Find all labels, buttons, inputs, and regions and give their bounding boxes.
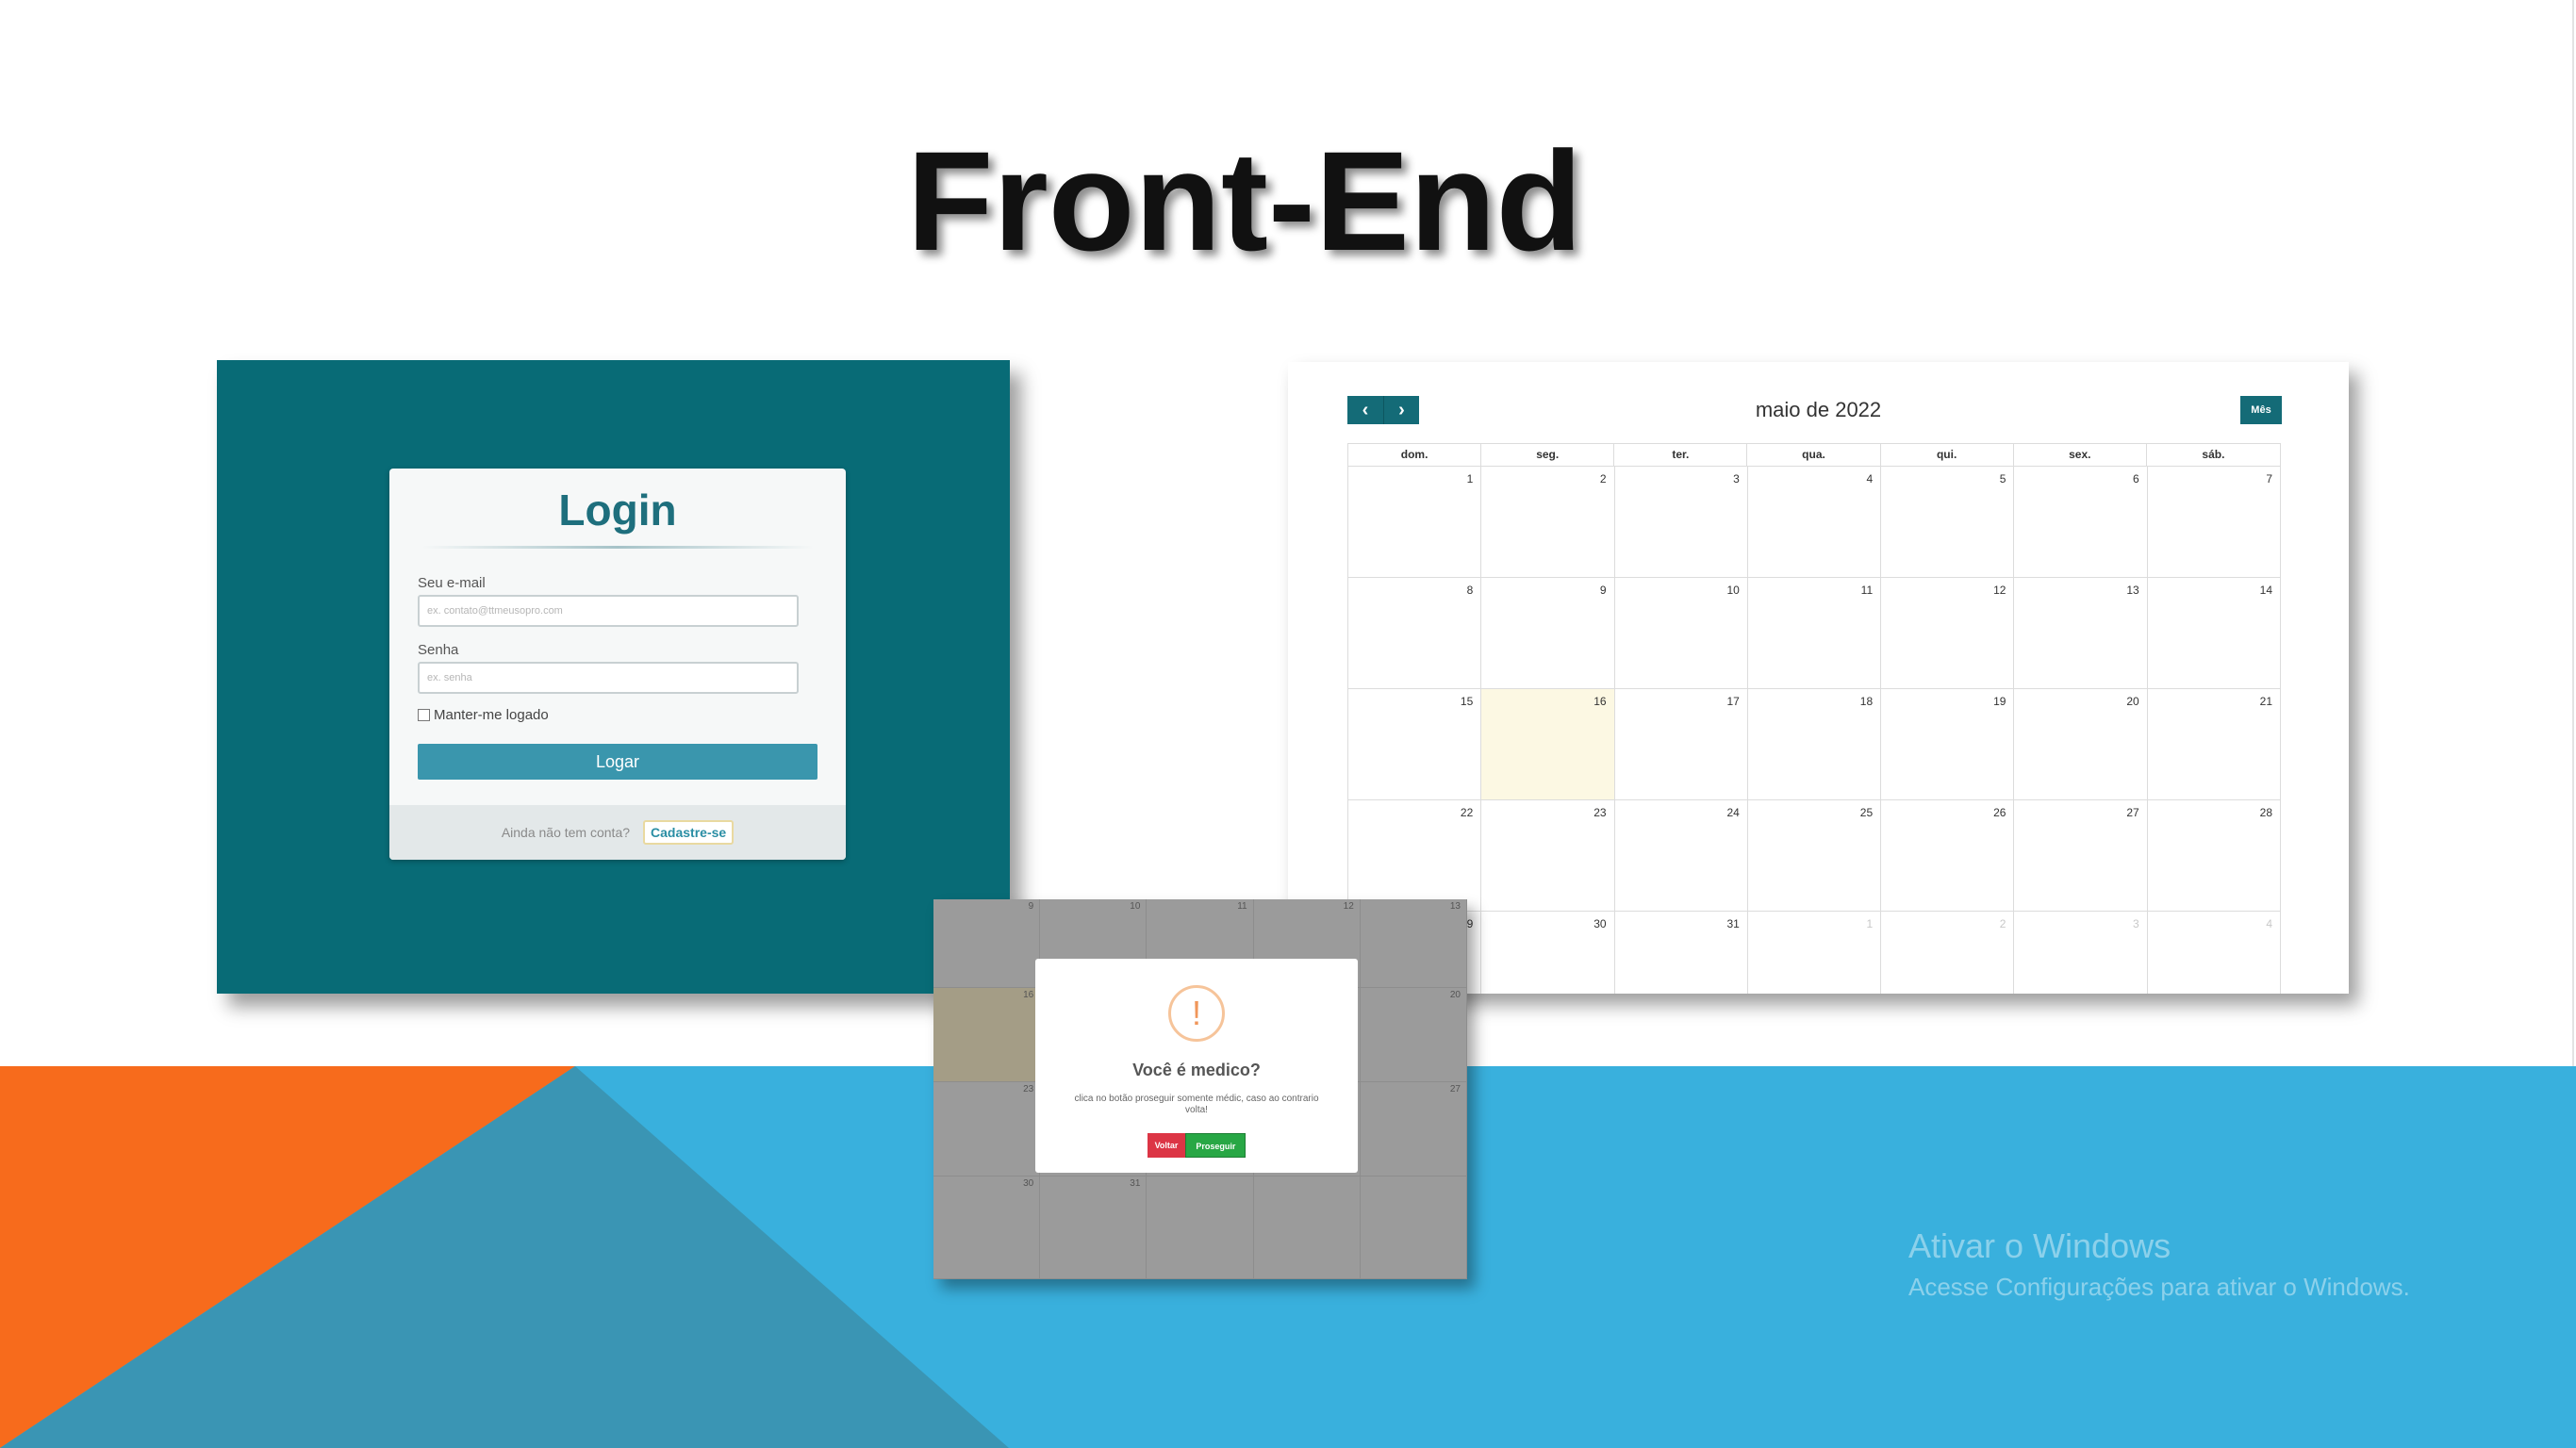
day-cell-next-month[interactable]: 1	[1748, 912, 1882, 994]
email-field[interactable]: ex. contato@ttmeusopro.com	[418, 595, 799, 627]
remember-me[interactable]: Manter-me logado	[418, 707, 549, 723]
day-cell[interactable]: 23	[1481, 800, 1615, 912]
day-cell[interactable]: 27	[2014, 800, 2148, 912]
day-cell[interactable]: 11	[1747, 578, 1882, 689]
login-divider	[421, 546, 814, 549]
day-cell[interactable]: 26	[1881, 800, 2015, 912]
day-cell-next-month[interactable]: 2	[1881, 912, 2015, 994]
windows-watermark: Ativar o Windows Acesse Configurações pa…	[1908, 1226, 2410, 1303]
password-field[interactable]: ex. senha	[418, 662, 799, 694]
day-cell[interactable]: 14	[2147, 578, 2281, 689]
day-cell[interactable]: 9	[1481, 578, 1615, 689]
day-cell[interactable]: 8	[1348, 578, 1482, 689]
dialog-message: clica no botão proseguir somente médic, …	[1074, 1094, 1319, 1115]
watermark-title: Ativar o Windows	[1908, 1226, 2171, 1265]
day-cell[interactable]: 22	[1348, 800, 1482, 912]
calendar-days: 1 2 3 4 5 6 7 8 9 10 11 12 13 14 15 16 1…	[1347, 467, 2281, 994]
remember-checkbox[interactable]	[418, 709, 430, 721]
back-button[interactable]: Voltar	[1147, 1133, 1186, 1158]
day-cell[interactable]: 4	[1747, 467, 1882, 578]
bg-day: 23	[933, 1082, 1041, 1176]
continue-button[interactable]: Proseguir	[1185, 1133, 1247, 1158]
signup-link[interactable]: Cadastre-se	[643, 820, 735, 845]
day-cell[interactable]: 2	[1481, 467, 1615, 578]
bg-day	[1253, 1176, 1361, 1279]
day-cell[interactable]: 24	[1614, 800, 1748, 912]
day-cell[interactable]: 7	[2147, 467, 2281, 578]
day-cell-next-month[interactable]: 4	[2148, 912, 2281, 994]
slide-title: Front-End	[906, 122, 1583, 280]
weekday-label: sex.	[2014, 444, 2147, 466]
day-cell[interactable]: 21	[2147, 689, 2281, 800]
login-card: Login Seu e-mail ex. contato@ttmeusopro.…	[389, 469, 846, 860]
calendar-nav: ‹ ›	[1347, 396, 1419, 424]
day-cell-next-month[interactable]: 3	[2014, 912, 2148, 994]
bg-day: 16	[933, 988, 1041, 1082]
exclamation-icon: !	[1168, 985, 1225, 1042]
email-label: Seu e-mail	[418, 575, 486, 591]
bg-day: 31	[1040, 1176, 1148, 1279]
day-cell[interactable]: 31	[1615, 912, 1748, 994]
bg-day: 30	[933, 1176, 1041, 1279]
confirm-dialog: ! Você é medico? clica no botão prosegui…	[1035, 959, 1358, 1173]
slide-edge-line	[2572, 0, 2574, 1066]
weekday-label: qui.	[1881, 444, 2014, 466]
modal-screenshot: 9 10 11 12 13 16 20 23 27 30 31 ! Você é…	[933, 899, 1467, 1279]
chevron-left-icon[interactable]: ‹	[1347, 396, 1383, 424]
bg-day: 27	[1360, 1082, 1467, 1176]
day-cell[interactable]: 6	[2014, 467, 2148, 578]
day-cell[interactable]: 5	[1881, 467, 2015, 578]
day-cell[interactable]: 13	[2014, 578, 2148, 689]
login-screenshot: Login Seu e-mail ex. contato@ttmeusopro.…	[217, 360, 1010, 994]
dialog-actions: Voltar Proseguir	[1035, 1133, 1358, 1158]
login-footer: Ainda não tem conta? Cadastre-se	[389, 805, 846, 860]
chevron-right-icon[interactable]: ›	[1383, 396, 1419, 424]
day-cell-today[interactable]: 16	[1481, 689, 1615, 800]
day-cell[interactable]: 10	[1614, 578, 1748, 689]
day-cell[interactable]: 30	[1481, 912, 1615, 994]
calendar-grid: dom. seg. ter. qua. qui. sex. sáb. 1 2 3…	[1347, 443, 2281, 994]
weekday-label: dom.	[1348, 444, 1482, 466]
login-button[interactable]: Logar	[418, 744, 817, 780]
weekday-label: qua.	[1747, 444, 1881, 466]
day-cell[interactable]: 12	[1881, 578, 2015, 689]
remember-label: Manter-me logado	[434, 707, 549, 723]
month-view-button[interactable]: Mês	[2240, 396, 2282, 424]
dialog-title: Você é medico?	[1132, 1061, 1261, 1079]
bg-day	[1360, 1176, 1467, 1279]
signup-question: Ainda não tem conta?	[501, 825, 631, 840]
day-cell[interactable]: 1	[1348, 467, 1482, 578]
bg-day: 9	[933, 899, 1041, 988]
bg-day: 13	[1360, 899, 1467, 988]
day-cell[interactable]: 25	[1747, 800, 1882, 912]
day-cell[interactable]: 28	[2147, 800, 2281, 912]
login-heading: Login	[558, 485, 677, 535]
weekday-label: seg.	[1481, 444, 1615, 466]
day-cell[interactable]: 19	[1881, 689, 2015, 800]
bg-day: 20	[1360, 988, 1467, 1082]
day-cell[interactable]: 18	[1747, 689, 1882, 800]
bg-day	[1147, 1176, 1254, 1279]
day-cell[interactable]: 17	[1614, 689, 1748, 800]
day-cell[interactable]: 3	[1614, 467, 1748, 578]
day-cell[interactable]: 20	[2014, 689, 2148, 800]
watermark-subtitle: Acesse Configurações para ativar o Windo…	[1908, 1273, 2410, 1301]
weekday-label: ter.	[1614, 444, 1748, 466]
day-cell[interactable]: 15	[1348, 689, 1482, 800]
weekday-label: sáb.	[2202, 448, 2225, 461]
weekday-header: dom. seg. ter. qua. qui. sex. sáb.	[1347, 443, 2281, 467]
calendar-title: maio de 2022	[1755, 398, 1882, 421]
password-label: Senha	[418, 642, 459, 658]
